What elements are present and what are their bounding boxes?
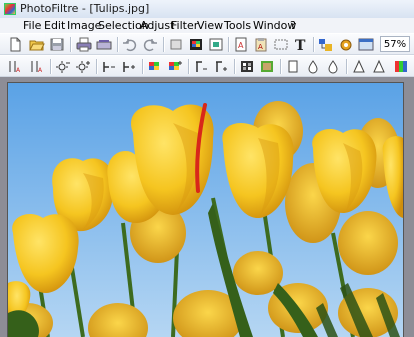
svg-text:A: A bbox=[38, 67, 43, 74]
menu-tools[interactable]: Tools bbox=[224, 19, 251, 32]
photofiltre-icon bbox=[4, 3, 16, 15]
svg-text:A: A bbox=[238, 41, 244, 50]
menu-image[interactable]: Image bbox=[67, 19, 101, 32]
paste-icon[interactable]: A bbox=[253, 37, 269, 52]
automate-icon[interactable] bbox=[338, 37, 354, 52]
canvas-size-icon[interactable]: A bbox=[233, 37, 249, 52]
selection-icon[interactable] bbox=[273, 37, 289, 52]
fullscreen-icon[interactable] bbox=[358, 37, 374, 52]
edge-icon[interactable] bbox=[371, 59, 387, 74]
brightness-down-icon[interactable] bbox=[55, 59, 71, 74]
svg-text:T: T bbox=[295, 38, 306, 52]
window-title: PhotoFiltre - [Tulips.jpg] bbox=[20, 2, 150, 15]
open-icon[interactable] bbox=[29, 37, 45, 52]
menu-bar: File Edit Image Selection Adjust Filter … bbox=[0, 18, 414, 33]
zoom-level[interactable]: 57% bbox=[380, 36, 410, 52]
main-toolbar: A A T 57% bbox=[0, 33, 414, 55]
auto-levels-icon[interactable]: A bbox=[7, 59, 23, 74]
text-icon[interactable]: T bbox=[293, 37, 309, 52]
sharpen-more-icon[interactable] bbox=[351, 59, 367, 74]
svg-text:A: A bbox=[258, 43, 263, 51]
menu-file[interactable]: File bbox=[23, 19, 41, 32]
grayscale-icon[interactable] bbox=[239, 59, 255, 74]
title-bar: PhotoFiltre - [Tulips.jpg] bbox=[0, 0, 414, 19]
auto-contrast-icon[interactable]: A bbox=[29, 59, 45, 74]
saturation-down-icon[interactable] bbox=[147, 59, 163, 74]
contrast-up-icon[interactable] bbox=[121, 59, 137, 74]
duplicate-icon[interactable] bbox=[188, 37, 204, 52]
svg-text:A: A bbox=[16, 67, 21, 74]
print-icon[interactable] bbox=[76, 37, 92, 52]
plugin-icon[interactable] bbox=[318, 37, 334, 52]
soften-icon[interactable] bbox=[305, 59, 321, 74]
redo-icon[interactable] bbox=[142, 37, 158, 52]
sharpen-icon[interactable] bbox=[325, 59, 341, 74]
menu-edit[interactable]: Edit bbox=[44, 19, 65, 32]
brightness-up-icon[interactable] bbox=[75, 59, 91, 74]
blur-icon[interactable] bbox=[285, 59, 301, 74]
menu-help[interactable]: ? bbox=[290, 19, 296, 32]
crop-icon[interactable] bbox=[168, 37, 184, 52]
contrast-down-icon[interactable] bbox=[101, 59, 117, 74]
undo-icon[interactable] bbox=[122, 37, 138, 52]
saturation-up-icon[interactable] bbox=[167, 59, 183, 74]
color-balance-icon[interactable] bbox=[393, 59, 409, 74]
new-icon[interactable] bbox=[7, 37, 23, 52]
save-icon[interactable] bbox=[49, 37, 65, 52]
tulips-photo bbox=[8, 83, 403, 337]
sepia-icon[interactable] bbox=[259, 59, 275, 74]
image-size-icon[interactable] bbox=[208, 37, 224, 52]
scan-icon[interactable] bbox=[96, 37, 112, 52]
image-canvas[interactable] bbox=[8, 83, 403, 337]
menu-view[interactable]: View bbox=[197, 19, 223, 32]
menu-adjust[interactable]: Adjust bbox=[140, 19, 174, 32]
gamma-down-icon[interactable] bbox=[193, 59, 209, 74]
adjust-toolbar: A A bbox=[0, 55, 414, 77]
menu-filter[interactable]: Filter bbox=[171, 19, 198, 32]
gamma-up-icon[interactable] bbox=[213, 59, 229, 74]
